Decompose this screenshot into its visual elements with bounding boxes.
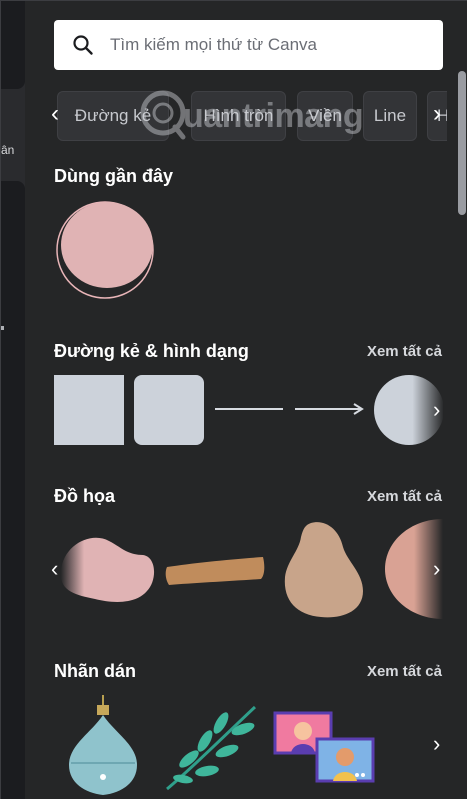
rail-block-bottom bbox=[1, 181, 25, 799]
search-icon bbox=[73, 35, 93, 55]
arrow-right-icon[interactable] bbox=[293, 401, 367, 417]
section-title-lines: Đường kẻ & hình dạng bbox=[54, 341, 249, 361]
scrollbar-thumb[interactable] bbox=[458, 71, 466, 215]
section-title-recent: Dùng gần đây bbox=[54, 166, 174, 186]
window: ân Tìm kiếm mọi thứ từ Canva Đường kẻ Hì… bbox=[0, 0, 467, 799]
watermark-logo-icon bbox=[140, 90, 186, 140]
watermark: uantrimang bbox=[139, 83, 419, 153]
watermark-text: uantrimang bbox=[183, 97, 364, 135]
see-all-graphics-link[interactable]: Xem tất cả bbox=[367, 488, 442, 505]
pink-blob-graphic[interactable] bbox=[51, 531, 157, 607]
rail-block-top bbox=[1, 1, 25, 89]
leaf-branch-sticker[interactable] bbox=[161, 699, 261, 795]
chevron-right-icon[interactable]: › bbox=[433, 558, 440, 580]
section-title-stickers: Nhãn dán bbox=[54, 661, 137, 681]
chevron-right-icon[interactable]: › bbox=[433, 102, 441, 126]
ornament-sticker[interactable] bbox=[63, 693, 143, 797]
chevron-right-icon[interactable]: › bbox=[433, 399, 440, 421]
see-all-stickers-link[interactable]: Xem tất cả bbox=[367, 663, 442, 680]
chevron-left-icon[interactable]: ‹ bbox=[51, 558, 58, 580]
rounded-square-shape[interactable] bbox=[134, 375, 204, 445]
left-rail: ân bbox=[1, 1, 25, 799]
section-title-graphics: Đồ họa bbox=[54, 486, 115, 506]
brush-stroke-graphic[interactable] bbox=[163, 553, 267, 587]
chevron-left-icon[interactable]: ‹ bbox=[51, 102, 59, 126]
chevron-right-icon[interactable]: › bbox=[433, 733, 440, 755]
video-call-sticker[interactable] bbox=[273, 709, 375, 785]
square-shape[interactable] bbox=[54, 375, 124, 445]
search-input[interactable]: Tìm kiếm mọi thứ từ Canva bbox=[54, 20, 443, 70]
rail-partial-label[interactable]: ân bbox=[1, 143, 14, 157]
tan-blob-graphic[interactable] bbox=[281, 519, 369, 619]
elements-panel: Tìm kiếm mọi thứ từ Canva Đường kẻ Hình … bbox=[25, 1, 467, 799]
search-placeholder: Tìm kiếm mọi thứ từ Canva bbox=[110, 35, 317, 54]
see-all-lines-link[interactable]: Xem tất cả bbox=[367, 343, 442, 360]
line-shape[interactable] bbox=[213, 401, 285, 417]
rail-marker bbox=[1, 326, 4, 330]
recent-circle-shape[interactable] bbox=[53, 199, 157, 301]
